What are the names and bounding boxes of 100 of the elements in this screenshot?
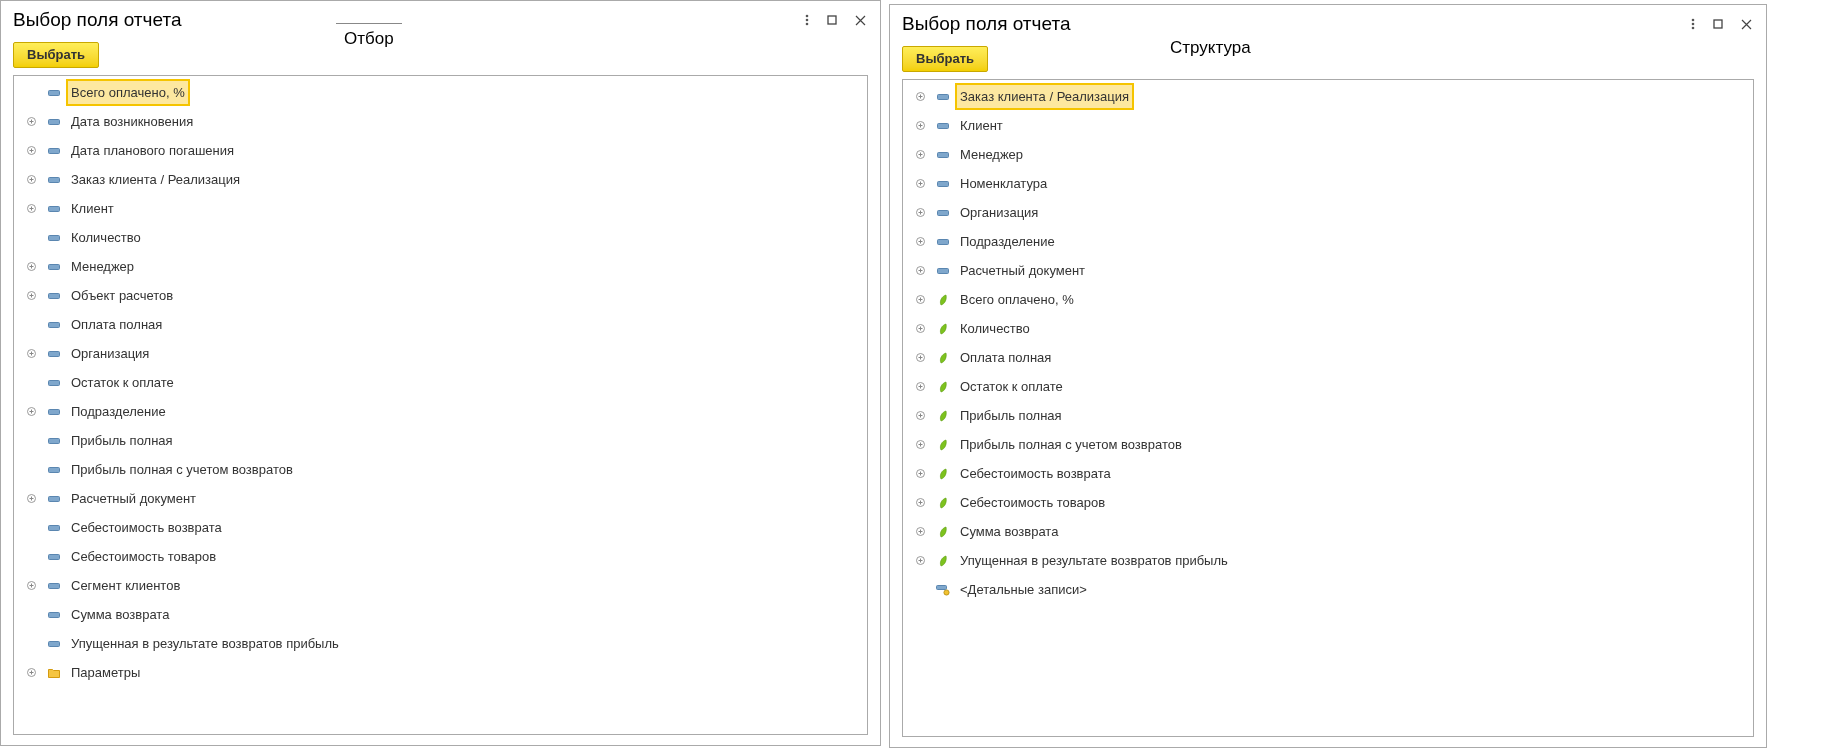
field-icon [48, 176, 60, 183]
select-button[interactable]: Выбрать [13, 42, 100, 68]
tree-item[interactable]: Прибыль полная [66, 426, 178, 455]
more-icon[interactable] [805, 14, 809, 26]
tree-item[interactable]: Параметры [66, 658, 146, 687]
expand-icon[interactable] [915, 266, 925, 275]
field-icon [48, 640, 60, 647]
tree-item[interactable]: Количество [66, 223, 146, 252]
tree-item[interactable]: Менеджер [66, 252, 140, 281]
expand-icon[interactable] [26, 291, 36, 300]
tree-item[interactable]: Прибыль полная с учетом возвратов [66, 455, 298, 484]
expand-icon[interactable] [26, 175, 36, 184]
tree-item[interactable]: Себестоимость товаров [955, 488, 1111, 517]
expand-icon[interactable] [915, 150, 925, 159]
expand-icon[interactable] [26, 407, 36, 416]
expand-icon[interactable] [915, 353, 925, 362]
tree-item[interactable]: Сумма возврата [955, 517, 1064, 546]
field-icon [937, 122, 949, 129]
tree-item[interactable]: Заказ клиента / Реализация [66, 165, 246, 194]
tree-item[interactable]: Подразделение [66, 397, 171, 426]
expand-icon[interactable] [915, 121, 925, 130]
tree-item[interactable]: Сегмент клиентов [66, 571, 186, 600]
tree-item[interactable]: Оплата полная [66, 310, 168, 339]
more-icon[interactable] [1691, 18, 1695, 30]
expand-icon[interactable] [26, 146, 36, 155]
tree-item[interactable]: Объект расчетов [66, 281, 179, 310]
expand-icon[interactable] [915, 324, 925, 333]
tree-item[interactable]: Остаток к оплате [955, 372, 1068, 401]
expand-icon[interactable] [26, 262, 36, 271]
leaf-icon [939, 380, 947, 393]
field-icon [937, 209, 949, 216]
expand-icon[interactable] [915, 498, 925, 507]
expand-icon[interactable] [915, 469, 925, 478]
field-icon [48, 147, 60, 154]
expand-icon[interactable] [915, 179, 925, 188]
expand-icon[interactable] [26, 581, 36, 590]
field-icon [48, 89, 60, 96]
field-icon [48, 408, 60, 415]
tree-item[interactable]: Расчетный документ [955, 256, 1091, 285]
tree-item[interactable]: Организация [955, 198, 1044, 227]
expand-icon[interactable] [915, 237, 925, 246]
tree-item[interactable]: Дата возникновения [66, 107, 199, 136]
expand-icon[interactable] [915, 527, 925, 536]
leaf-icon [939, 351, 947, 364]
tree-item[interactable]: Себестоимость товаров [66, 542, 222, 571]
field-icon [937, 180, 949, 187]
tree-item[interactable]: Упущенная в результате возвратов прибыль [955, 546, 1233, 575]
leaf-icon [939, 322, 947, 335]
tree-item[interactable]: Остаток к оплате [66, 368, 179, 397]
select-button[interactable]: Выбрать [902, 46, 989, 72]
tree-item[interactable]: Прибыль полная [955, 401, 1067, 430]
detail-records-icon [936, 583, 950, 596]
expand-icon[interactable] [915, 556, 925, 565]
field-icon [48, 524, 60, 531]
tree-item[interactable]: Дата планового погашения [66, 136, 240, 165]
tree-item[interactable]: Клиент [66, 194, 119, 223]
expand-icon[interactable] [915, 411, 925, 420]
tree-item[interactable]: Сумма возврата [66, 600, 175, 629]
expand-icon[interactable] [915, 208, 925, 217]
close-icon[interactable] [855, 14, 866, 26]
tree-item[interactable]: Упущенная в результате возвратов прибыль [66, 629, 344, 658]
field-icon [48, 292, 60, 299]
expand-icon[interactable] [915, 440, 925, 449]
expand-icon[interactable] [26, 668, 36, 677]
caption-label: Структура [1170, 37, 1251, 59]
field-icon [48, 379, 60, 386]
tree-item[interactable]: Менеджер [955, 140, 1029, 169]
maximize-icon[interactable] [827, 15, 837, 25]
tree-item[interactable]: Номенклатура [955, 169, 1053, 198]
tree-item[interactable]: Заказ клиента / Реализация [955, 82, 1135, 111]
tree-item[interactable]: Подразделение [955, 227, 1060, 256]
expand-icon[interactable] [26, 204, 36, 213]
tree-item[interactable]: Себестоимость возврата [955, 459, 1116, 488]
tree-item[interactable]: Клиент [955, 111, 1008, 140]
tree-item[interactable]: Себестоимость возврата [66, 513, 227, 542]
leaf-icon [939, 467, 947, 480]
field-icon [48, 611, 60, 618]
tree-item[interactable]: Расчетный документ [66, 484, 202, 513]
expand-icon[interactable] [915, 295, 925, 304]
close-icon[interactable] [1741, 18, 1752, 30]
maximize-icon[interactable] [1713, 19, 1723, 29]
expand-icon[interactable] [915, 92, 925, 101]
tree-item[interactable]: Всего оплачено, % [66, 78, 190, 107]
leaf-icon [939, 409, 947, 422]
field-icon [48, 466, 60, 473]
tree-item[interactable]: Организация [66, 339, 155, 368]
tree-item[interactable]: <Детальные записи> [955, 575, 1092, 604]
expand-icon[interactable] [915, 382, 925, 391]
field-icon [48, 263, 60, 270]
tree-item[interactable]: Прибыль полная с учетом возвратов [955, 430, 1187, 459]
leaf-icon [939, 525, 947, 538]
field-icon [937, 93, 949, 100]
tree-item[interactable]: Всего оплачено, % [955, 285, 1079, 314]
expand-icon[interactable] [26, 494, 36, 503]
tree-item[interactable]: Оплата полная [955, 343, 1057, 372]
tree-item[interactable]: Количество [955, 314, 1035, 343]
expand-icon[interactable] [26, 349, 36, 358]
expand-icon[interactable] [26, 117, 36, 126]
field-icon [937, 238, 949, 245]
leaf-icon [939, 496, 947, 509]
